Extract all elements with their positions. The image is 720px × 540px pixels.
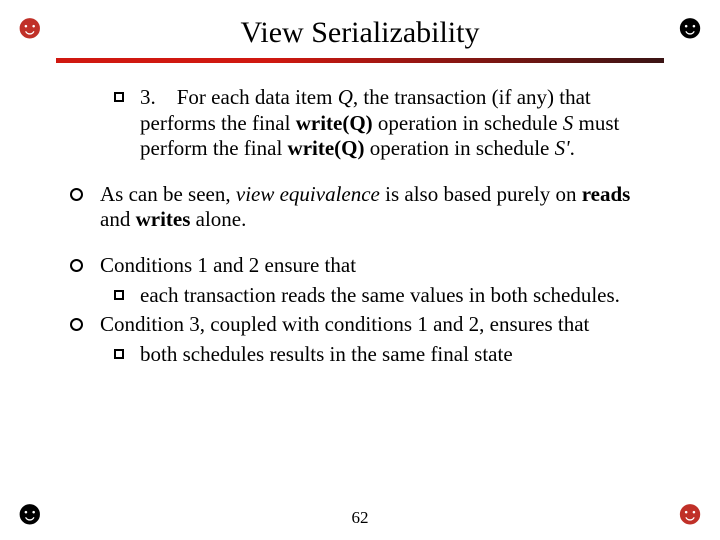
sub-bullet-final-state: both schedules results in the same final… — [56, 342, 664, 368]
title-rule — [56, 58, 664, 63]
var-s: S — [563, 111, 574, 135]
square-bullet-icon — [56, 342, 140, 368]
t: and — [100, 207, 136, 231]
num: 3. — [140, 85, 156, 109]
bullet-item-cond12: Conditions 1 and 2 ensure that — [56, 253, 664, 279]
slide-content: 3. For each data item Q, the transaction… — [56, 85, 664, 367]
bullet-text: As can be seen, view equivalence is also… — [100, 182, 664, 233]
t: As can be seen, — [100, 182, 236, 206]
var-sp: S' — [555, 136, 570, 160]
slide-container: View Serializability 3. For each data it… — [0, 0, 720, 540]
writes-word: writes — [136, 207, 191, 231]
circle-bullet-icon — [56, 182, 100, 233]
t: is also based purely on — [380, 182, 582, 206]
t: operation in schedule — [373, 111, 563, 135]
bullet-text: 3. For each data item Q, the transaction… — [140, 85, 664, 162]
t: . — [570, 136, 575, 160]
bullet-item-view-equiv: As can be seen, view equivalence is also… — [56, 182, 664, 233]
bullet-text: Conditions 1 and 2 ensure that — [100, 253, 664, 279]
circle-bullet-icon — [56, 253, 100, 279]
reads-word: reads — [582, 182, 631, 206]
circle-bullet-icon — [56, 312, 100, 338]
t: For each data item — [177, 85, 338, 109]
page-number: 62 — [0, 508, 720, 528]
t: alone. — [190, 207, 246, 231]
bullet-text: each transaction reads the same values i… — [140, 283, 664, 309]
bullet-text: Condition 3, coupled with conditions 1 a… — [100, 312, 664, 338]
view-equivalence: view equivalence — [236, 182, 380, 206]
bullet-text: both schedules results in the same final… — [140, 342, 664, 368]
write-q-1: write(Q) — [296, 111, 373, 135]
slide-title: View Serializability — [56, 16, 664, 50]
t: operation in schedule — [365, 136, 555, 160]
square-bullet-icon — [56, 283, 140, 309]
var-q: Q — [338, 85, 353, 109]
write-q-2: write(Q) — [288, 136, 365, 160]
sub-bullet-read-same: each transaction reads the same values i… — [56, 283, 664, 309]
square-bullet-icon — [56, 85, 140, 162]
bullet-item-cond3-coupled: Condition 3, coupled with conditions 1 a… — [56, 312, 664, 338]
bullet-item-cond3: 3. For each data item Q, the transaction… — [56, 85, 664, 162]
